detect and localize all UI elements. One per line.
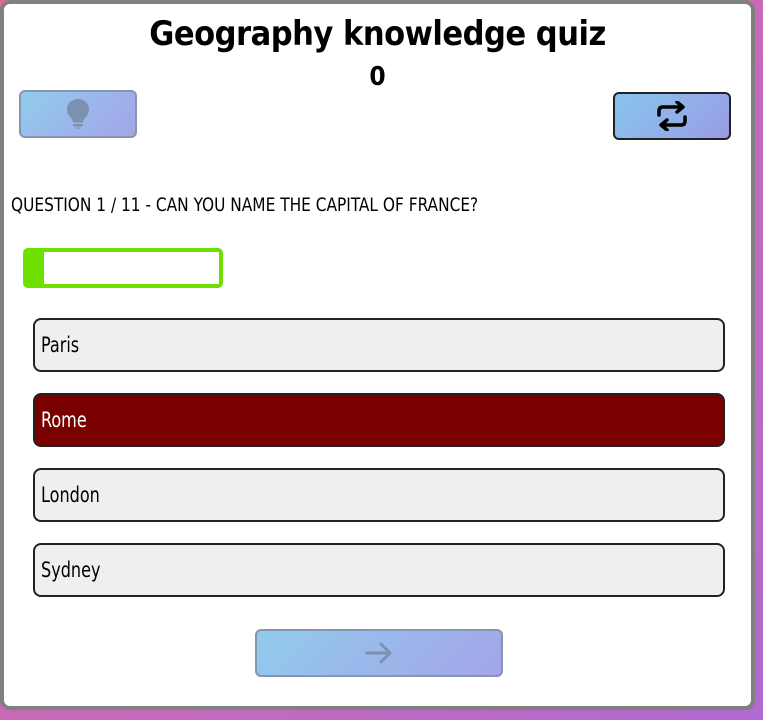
lightbulb-icon (67, 99, 89, 129)
answer-option[interactable]: London (33, 468, 725, 522)
hint-button[interactable] (19, 90, 137, 138)
score-display: 0 (369, 62, 386, 92)
repeat-icon (657, 101, 687, 131)
progress-fill (27, 252, 45, 284)
answer-option[interactable]: Sydney (33, 543, 725, 597)
quiz-title: Geography knowledge quiz (149, 14, 606, 54)
next-button[interactable] (255, 629, 503, 677)
question-text: QUESTION 1 / 11 - CAN YOU NAME THE CAPIT… (11, 194, 479, 216)
answer-option[interactable]: Rome (33, 393, 725, 447)
answer-label: Paris (41, 333, 80, 357)
answer-label: Rome (41, 408, 87, 432)
arrow-right-icon (365, 642, 392, 664)
answer-label: London (41, 483, 100, 507)
progress-bar (23, 248, 223, 288)
repeat-button[interactable] (613, 92, 731, 140)
answer-label: Sydney (41, 558, 101, 582)
answer-option[interactable]: Paris (33, 318, 725, 372)
quiz-card: Geography knowledge quiz 0 QUESTION 1 / … (0, 0, 755, 710)
